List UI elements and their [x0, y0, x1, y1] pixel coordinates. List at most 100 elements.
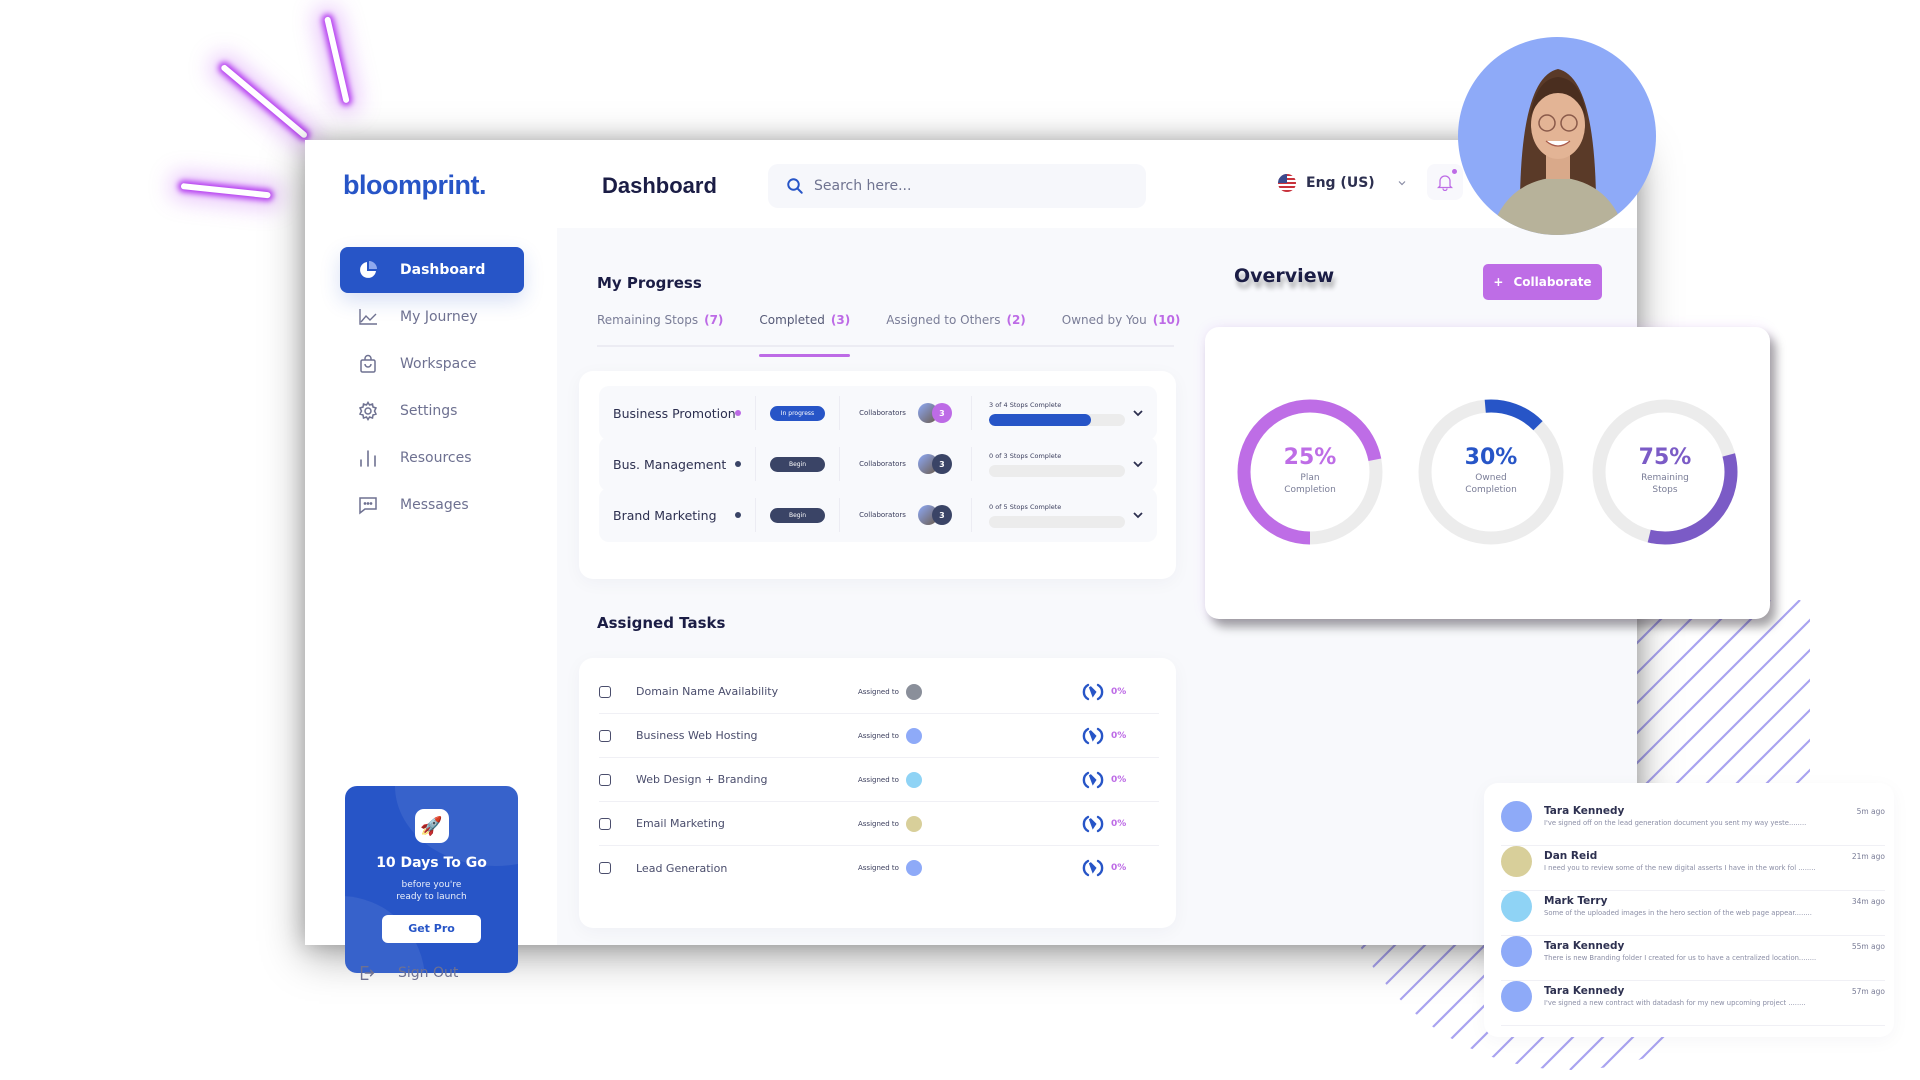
notifications-button[interactable] [1427, 164, 1463, 200]
language-selector[interactable]: Eng (US) [1278, 174, 1407, 192]
plan-name: Bus. Management [613, 456, 727, 472]
task-row: Email Marketing Assigned to 0% [599, 802, 1159, 846]
collaborator-avatars[interactable]: 3 [917, 454, 952, 474]
tab-label: Remaining Stops [597, 313, 699, 327]
status-dot [735, 512, 741, 518]
collaborator-avatars[interactable]: 3 [917, 505, 952, 525]
sidebar-item-label: Workspace [400, 356, 477, 372]
messages-card: Tara Kennedy I've signed off on the lead… [1484, 783, 1894, 1037]
sidebar-item-messages[interactable]: Messages [340, 482, 524, 528]
progress-row[interactable]: Brand Marketing Begin Collaborators 3 0 … [599, 488, 1157, 542]
status-dot [735, 461, 741, 467]
assignee-avatar[interactable] [906, 815, 922, 832]
search-box[interactable] [768, 164, 1146, 208]
chevron-down-icon[interactable] [1132, 407, 1144, 419]
sidebar-item-my-journey[interactable]: My Journey [340, 294, 524, 340]
sidebar-item-workspace[interactable]: Workspace [340, 341, 524, 387]
rocket-icon: 🚀 [414, 809, 449, 843]
gauge-icon [1082, 771, 1104, 788]
stops-progress-bar [989, 464, 1125, 477]
user-avatar[interactable] [1458, 37, 1656, 235]
task-name: Business Web Hosting [636, 729, 758, 742]
stops-progress-bar [989, 413, 1125, 426]
message-item[interactable]: Tara Kennedy I've signed a new contract … [1501, 981, 1885, 1026]
sign-out-label: Sign Out [398, 965, 459, 981]
collaborator-count: 3 [931, 454, 952, 474]
message-preview: I need you to review some of the new dig… [1544, 864, 1816, 872]
plan-name: Brand Marketing [613, 507, 717, 523]
stops-complete-label: 3 of 4 Stops Complete [989, 400, 1062, 409]
promo-subtitle-line: before you're [401, 880, 462, 890]
task-checkbox[interactable] [599, 729, 611, 742]
stat-label-line: Stops [1652, 485, 1678, 495]
sender-name: Tara Kennedy [1544, 940, 1625, 952]
task-row: Business Web Hosting Assigned to 0% [599, 714, 1159, 758]
stat-value: 75% [1638, 445, 1692, 470]
get-pro-button[interactable]: Get Pro [382, 915, 481, 943]
logo[interactable]: bloomprint. [343, 170, 486, 201]
message-item[interactable]: Mark Terry Some of the uploaded images i… [1501, 891, 1885, 936]
stat-label: Plan Completion [1235, 472, 1385, 496]
task-name: Web Design + Branding [636, 773, 768, 786]
task-row: Lead Generation Assigned to 0% [599, 846, 1159, 890]
message-item[interactable]: Tara Kennedy I've signed off on the lead… [1501, 801, 1885, 846]
collaborators-label: Collaborators [859, 409, 906, 417]
task-progress-percent: 0% [1111, 774, 1127, 785]
sidebar-item-dashboard[interactable]: Dashboard [340, 247, 524, 293]
sidebar-item-settings[interactable]: Settings [340, 388, 524, 434]
tab-owned-by-you[interactable]: Owned by You (10) [1062, 313, 1181, 345]
chevron-down-icon[interactable] [1132, 509, 1144, 521]
sender-name: Tara Kennedy [1544, 985, 1625, 997]
search-input[interactable] [814, 178, 1094, 194]
sidebar-item-label: My Journey [400, 309, 478, 325]
message-time: 5m ago [1856, 807, 1885, 816]
progress-row[interactable]: Bus. Management Begin Collaborators 3 0 … [599, 437, 1157, 491]
task-checkbox[interactable] [599, 685, 611, 698]
assigned-to-label: Assigned to [858, 864, 899, 872]
stat-label-line: Remaining [1641, 473, 1689, 483]
sidebar-item-resources[interactable]: Resources [340, 435, 524, 481]
assignee-avatar[interactable] [906, 860, 922, 876]
task-checkbox[interactable] [599, 817, 611, 830]
pie-chart-icon [360, 261, 377, 278]
user-portrait [1490, 69, 1626, 235]
sign-out-button[interactable]: Sign Out [358, 964, 458, 982]
status-dot [735, 410, 741, 416]
assigned-tasks-title: Assigned Tasks [597, 614, 726, 632]
task-name: Domain Name Availability [636, 685, 779, 698]
chevron-down-icon [1398, 181, 1406, 186]
assignee-avatar[interactable] [906, 727, 922, 744]
tab-assigned-to-others[interactable]: Assigned to Others (2) [886, 313, 1026, 345]
gear-icon [358, 401, 378, 421]
task-checkbox[interactable] [599, 862, 611, 874]
status-badge[interactable]: In progress [770, 405, 825, 421]
progress-row[interactable]: Business Promotion In progress Collabora… [599, 386, 1157, 440]
task-checkbox[interactable] [599, 773, 611, 786]
gauge-icon [1082, 683, 1104, 700]
sender-name: Mark Terry [1544, 895, 1608, 907]
line-chart-icon [359, 309, 377, 325]
status-badge[interactable]: Begin [770, 456, 825, 472]
my-progress-title: My Progress [597, 274, 702, 292]
assignee-avatar[interactable] [906, 683, 922, 700]
message-preview: Some of the uploaded images in the hero … [1544, 909, 1812, 917]
collaborator-avatars[interactable]: 3 [917, 403, 952, 423]
tab-completed[interactable]: Completed (3) [759, 313, 850, 357]
progress-bar-fill [989, 413, 1091, 426]
overview-title: Overview [1234, 265, 1335, 287]
tab-remaining-stops[interactable]: Remaining Stops (7) [597, 313, 723, 345]
stat-label-line: Owned [1475, 473, 1507, 483]
collaborate-label: Collaborate [1513, 275, 1592, 289]
message-preview: There is new Branding folder I created f… [1544, 954, 1817, 962]
assignee-avatar[interactable] [906, 771, 922, 788]
assigned-to-label: Assigned to [858, 687, 899, 696]
message-time: 21m ago [1851, 852, 1885, 861]
collaborate-button[interactable]: + Collaborate [1483, 264, 1602, 300]
bar-chart-icon [360, 450, 376, 467]
status-badge[interactable]: Begin [770, 507, 825, 523]
promo-title: 10 Days To Go [376, 855, 487, 871]
message-item[interactable]: Dan Reid I need you to review some of th… [1501, 846, 1885, 891]
chevron-down-icon[interactable] [1132, 458, 1144, 470]
neon-decoration [324, 16, 350, 104]
message-item[interactable]: Tara Kennedy There is new Branding folde… [1501, 936, 1885, 981]
